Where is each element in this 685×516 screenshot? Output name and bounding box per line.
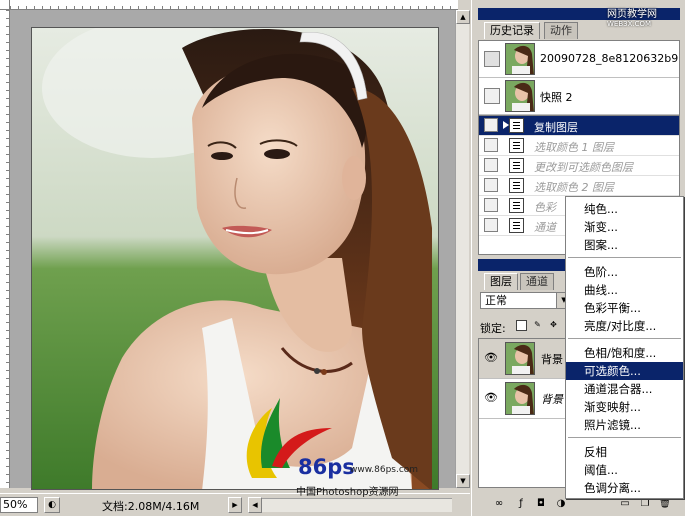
watermark-site: 网页教学网 WEB3X.COM (607, 5, 657, 28)
snapshot-row[interactable]: 快照 2 (479, 78, 679, 115)
history-brush-icon[interactable] (484, 51, 500, 67)
history-step-label: 色彩 (534, 201, 556, 214)
menu-separator (568, 257, 681, 258)
ruler-origin[interactable] (0, 0, 10, 10)
status-bar: 50% ◐ 文档:2.08M/4.16M ▶ ◀ (0, 493, 470, 516)
snapshot-label: 20090728_8e8120632b9... (540, 52, 680, 65)
menu-item-gradient[interactable]: 渐变... (566, 218, 683, 236)
history-step-label: 选取颜色 1 图层 (534, 141, 614, 154)
layer-step-icon (509, 218, 524, 233)
snapshot-label: 快照 2 (540, 91, 573, 104)
adjustment-layer-menu: 纯色... 渐变... 图案... 色阶... 曲线... 色彩平衡... 亮度… (565, 196, 684, 499)
menu-item-hue-saturation[interactable]: 色相/饱和度... (566, 344, 683, 362)
horizontal-scrollbar[interactable] (262, 498, 452, 512)
vertical-ruler[interactable] (0, 10, 10, 488)
watermark-logo-text: 86ps (298, 455, 355, 479)
menu-item-curves[interactable]: 曲线... (566, 281, 683, 299)
menu-item-selective-color[interactable]: 可选颜色... (566, 362, 683, 380)
layer-step-icon (509, 178, 524, 193)
layer-step-icon (509, 138, 524, 153)
menu-item-solid-color[interactable]: 纯色... (566, 200, 683, 218)
layer-step-icon (509, 158, 524, 173)
menu-item-posterize[interactable]: 色调分离... (566, 479, 683, 497)
lock-move-icon[interactable]: ✥ (548, 320, 559, 331)
watermark-url: www.86ps.com (350, 465, 419, 475)
tab-layers[interactable]: 图层 (484, 273, 518, 290)
layer-name[interactable]: 背景 (541, 391, 563, 407)
blend-mode-select[interactable]: 正常 ▼ (480, 292, 572, 309)
history-step[interactable]: 选取颜色 1 图层 (479, 136, 679, 156)
snapshot-row[interactable]: 20090728_8e8120632b9... (479, 41, 679, 78)
history-step[interactable]: 选取颜色 2 图层 (479, 176, 679, 196)
zoom-level-field[interactable]: 50% (0, 497, 38, 513)
lock-paint-brush-icon[interactable]: ✎ (532, 320, 543, 331)
menu-separator (568, 437, 681, 438)
menu-item-invert[interactable]: 反相 (566, 443, 683, 461)
menu-item-levels[interactable]: 色阶... (566, 263, 683, 281)
history-step[interactable]: 复制图层 (479, 116, 679, 136)
menu-item-gradient-map[interactable]: 渐变映射... (566, 398, 683, 416)
history-brush-checkbox[interactable] (484, 218, 498, 232)
lock-transparency-icon[interactable] (516, 320, 527, 331)
portrait-photo[interactable] (31, 27, 439, 490)
history-step-label: 复制图层 (534, 121, 578, 134)
vertical-scrollbar[interactable]: ▲ ▼ (455, 10, 470, 488)
snapshot-thumbnail (505, 80, 535, 112)
new-layer-icon[interactable]: ❐ (638, 497, 652, 511)
document-size: 文档:2.08M/4.16M (102, 500, 200, 513)
layer-thumbnail (505, 382, 535, 415)
history-brush-checkbox[interactable] (484, 138, 498, 152)
status-info-button[interactable]: ◐ (44, 497, 60, 513)
history-brush-checkbox[interactable] (484, 88, 500, 104)
new-group-icon[interactable]: ▭ (618, 497, 632, 511)
eye-icon[interactable]: 👁 (483, 390, 499, 406)
tab-history[interactable]: 历史记录 (484, 22, 540, 39)
history-step-label: 通道 (534, 221, 556, 234)
status-menu-arrow-icon[interactable]: ▶ (228, 497, 242, 513)
menu-item-channel-mixer[interactable]: 通道混合器... (566, 380, 683, 398)
menu-item-photo-filter[interactable]: 照片滤镜... (566, 416, 683, 434)
layer-step-icon (509, 118, 524, 133)
watermark-site-name: 网页教学网 (607, 9, 657, 20)
horizontal-ruler[interactable] (10, 0, 458, 10)
menu-item-brightness-contrast[interactable]: 亮度/对比度... (566, 317, 683, 335)
trash-icon[interactable]: 🗑 (658, 497, 672, 511)
history-step-label: 更改到可选颜色图层 (534, 161, 633, 174)
menu-separator (568, 338, 681, 339)
scroll-left-arrow-icon[interactable]: ◀ (248, 497, 262, 513)
history-step[interactable]: 更改到可选颜色图层 (479, 156, 679, 176)
layer-name[interactable]: 背景 (541, 351, 563, 367)
watermark-brand: 中国Photoshop资源网 (296, 487, 399, 498)
blend-mode-value: 正常 (485, 294, 507, 307)
layer-style-icon[interactable]: ƒ (514, 497, 528, 511)
canvas-area[interactable] (10, 10, 455, 490)
mask-icon[interactable]: ◘ (534, 497, 548, 511)
lock-label: 锁定: (480, 322, 506, 335)
menu-item-threshold[interactable]: 阈值... (566, 461, 683, 479)
menu-item-pattern[interactable]: 图案... (566, 236, 683, 254)
eye-icon[interactable]: 👁 (483, 350, 499, 366)
snapshot-thumbnail (505, 43, 535, 75)
history-brush-checkbox[interactable] (484, 158, 498, 172)
menu-item-color-balance[interactable]: 色彩平衡... (566, 299, 683, 317)
history-brush-checkbox[interactable] (484, 118, 498, 132)
document-window: ▲ ▼ 50% ◐ 文档:2.08M/4.16M ▶ ◀ (0, 0, 470, 516)
tab-actions[interactable]: 动作 (544, 22, 578, 39)
history-step-label: 选取颜色 2 图层 (534, 181, 614, 194)
layer-step-icon (509, 198, 524, 213)
history-brush-checkbox[interactable] (484, 198, 498, 212)
link-icon[interactable]: ∞ (492, 497, 506, 511)
tab-channels[interactable]: 通道 (520, 273, 554, 290)
history-brush-checkbox[interactable] (484, 178, 498, 192)
adjustment-layer-icon[interactable]: ◑ (554, 497, 568, 511)
watermark-site-domain: WEB3X.COM (607, 20, 652, 28)
layer-thumbnail (505, 342, 535, 375)
scroll-up-arrow-icon[interactable]: ▲ (456, 10, 470, 24)
scroll-down-arrow-icon[interactable]: ▼ (456, 474, 470, 488)
